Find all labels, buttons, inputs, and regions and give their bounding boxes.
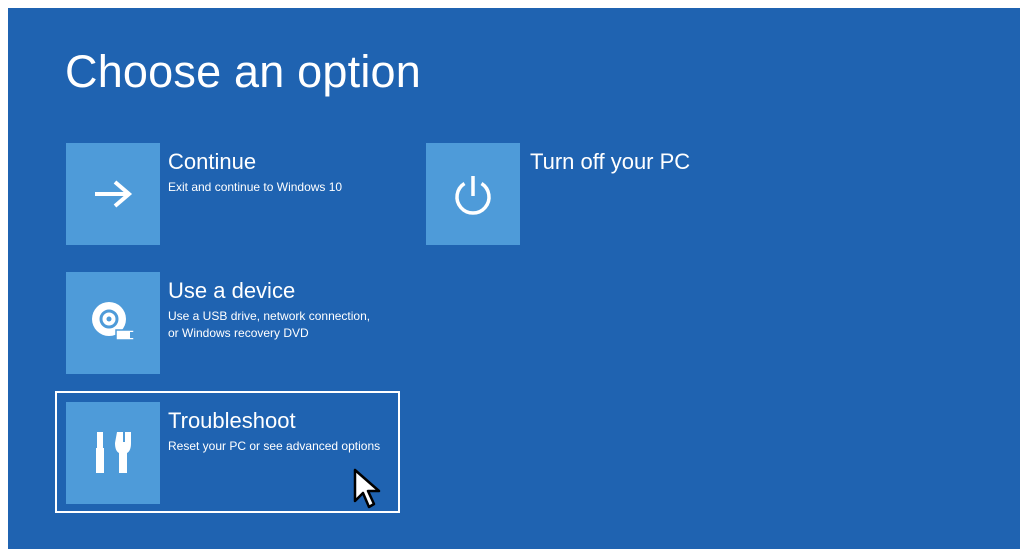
disc-usb-icon xyxy=(92,302,136,341)
power-icon xyxy=(455,176,491,215)
continue-option[interactable]: Continue Exit and continue to Windows 10 xyxy=(66,143,381,245)
recovery-screen: Choose an option Continue Exit and conti… xyxy=(8,8,1020,549)
turn-off-option[interactable]: Turn off your PC xyxy=(426,143,726,245)
use-device-label: Use a device xyxy=(168,278,296,303)
use-device-tile[interactable] xyxy=(66,272,160,374)
continue-label: Continue xyxy=(168,149,257,174)
selection-focus-border xyxy=(55,391,400,513)
use-device-description-line-1: Use a USB drive, network connection, xyxy=(168,309,371,323)
continue-description: Exit and continue to Windows 10 xyxy=(168,180,343,194)
continue-tile[interactable] xyxy=(66,143,160,245)
page-title: Choose an option xyxy=(65,46,421,97)
arrow-right-icon xyxy=(95,180,133,208)
turn-off-tile[interactable] xyxy=(426,143,520,245)
turn-off-label: Turn off your PC xyxy=(530,149,691,174)
use-device-option[interactable]: Use a device Use a USB drive, network co… xyxy=(66,272,391,374)
mouse-pointer-icon xyxy=(353,468,381,509)
use-device-description-line-2: or Windows recovery DVD xyxy=(168,326,309,340)
